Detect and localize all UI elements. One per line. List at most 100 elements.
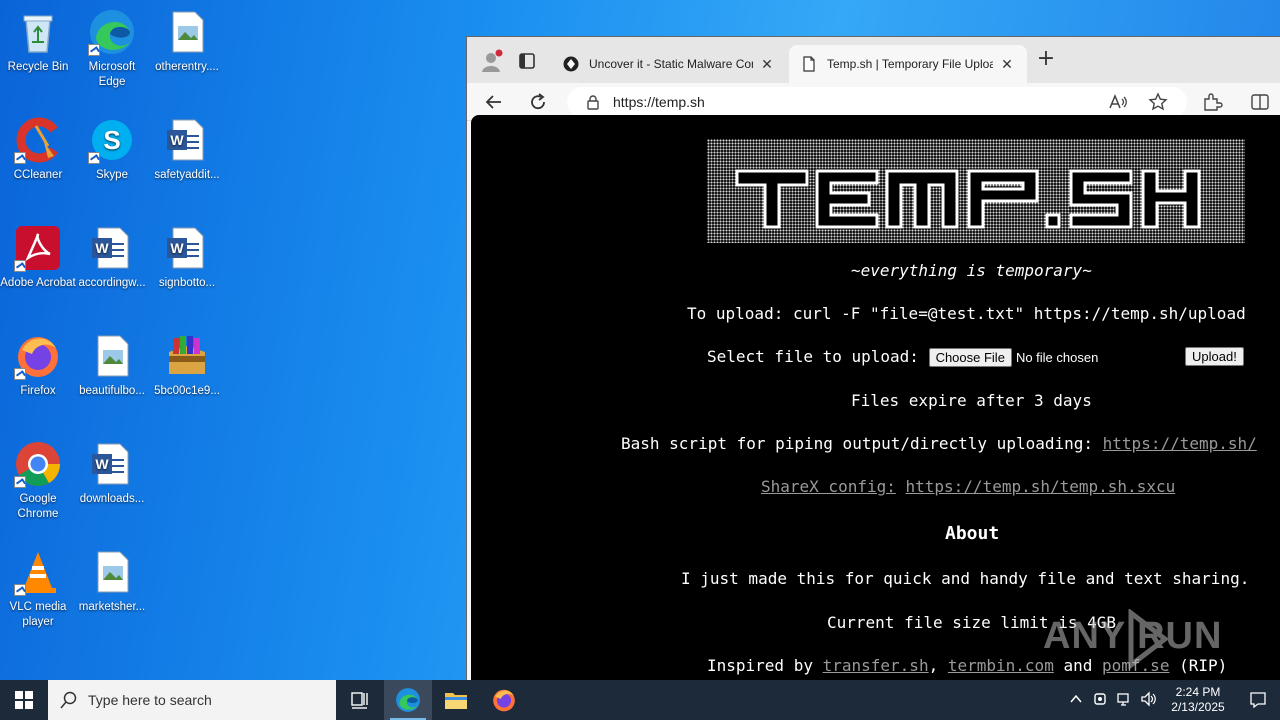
svg-text:W: W: [170, 132, 184, 148]
ccleaner-icon: [14, 116, 62, 164]
address-bar[interactable]: https://temp.sh: [567, 87, 1187, 117]
read-aloud-icon[interactable]: [1107, 91, 1129, 113]
start-button[interactable]: [0, 680, 48, 720]
windows-logo-icon: [15, 691, 33, 709]
folder-icon: [445, 693, 467, 709]
desktop-icon-label: otherentry....: [155, 61, 219, 73]
transfer-sh-link[interactable]: transfer.sh: [823, 656, 929, 675]
desktop-icon-accordingw[interactable]: W accordingw...: [74, 224, 150, 291]
temp-sh-logo: [707, 139, 1245, 243]
search-icon: [60, 691, 77, 709]
tab-close-icon[interactable]: ✕: [999, 56, 1015, 73]
desktop-icon-recycle-bin[interactable]: Recycle Bin: [0, 8, 76, 75]
expire-notice: Files expire after 3 days: [851, 391, 1092, 410]
inspired-comma: ,: [928, 656, 939, 675]
desktop-icon-beautifulbo[interactable]: beautifulbo...: [74, 332, 150, 399]
desktop-icon-otherentry[interactable]: otherentry....: [149, 8, 225, 75]
desktop-icon-label: beautifulbo...: [79, 385, 145, 397]
tab-uncover-it[interactable]: Uncover it - Static Malware Confi ✕: [551, 45, 787, 83]
refresh-icon[interactable]: [527, 91, 549, 113]
favorite-star-icon[interactable]: [1147, 91, 1169, 113]
task-view-icon: [351, 692, 368, 709]
taskbar-firefox[interactable]: [480, 680, 528, 720]
termbin-link[interactable]: termbin.com: [948, 656, 1054, 675]
clock[interactable]: 2:24 PM 2/13/2025: [1160, 685, 1236, 715]
recycle-bin-icon: [14, 8, 62, 56]
desktop-icon-label: Skype: [96, 169, 128, 181]
acrobat-icon: [14, 224, 62, 272]
desktop-icon-label: accordingw...: [78, 277, 146, 289]
svg-text:S: S: [103, 125, 120, 155]
sharex-config-label[interactable]: ShareX config:: [761, 477, 896, 496]
desktop-icon-5bc00c1e9[interactable]: 5bc00c1e9...: [149, 332, 225, 399]
desktop-icon-firefox[interactable]: Firefox: [0, 332, 76, 399]
desktop-icon-label: Microsoft Edge: [88, 61, 136, 88]
desktop-icon-label: VLC media player: [9, 601, 67, 628]
sharex-config-link[interactable]: https://temp.sh/temp.sh.sxcu: [906, 477, 1176, 496]
profile-icon[interactable]: [479, 49, 503, 73]
extensions-icon[interactable]: [1201, 91, 1223, 113]
desktop-icon-adobe-acrobat[interactable]: Adobe Acrobat: [0, 224, 76, 291]
desktop-icon-label: Adobe Acrobat: [0, 277, 76, 289]
system-tray: 2:24 PM 2/13/2025: [1064, 680, 1280, 720]
clock-time: 2:24 PM: [1175, 685, 1221, 699]
task-view-button[interactable]: [336, 680, 384, 720]
tab-actions-icon[interactable]: [517, 51, 537, 71]
svg-text:W: W: [95, 456, 109, 472]
desktop-icon-microsoft-edge[interactable]: Microsoft Edge: [74, 8, 150, 90]
split-screen-icon[interactable]: [1249, 91, 1271, 113]
back-icon[interactable]: [483, 91, 505, 113]
vlc-icon: [14, 548, 62, 596]
desktop-icon-downloads[interactable]: W downloads...: [74, 440, 150, 507]
desktop-icon-label: signbotto...: [158, 277, 216, 289]
device-icon[interactable]: [1088, 691, 1112, 710]
upload-button[interactable]: Upload!: [1185, 347, 1244, 366]
no-file-chosen-text: No file chosen: [1015, 350, 1099, 365]
desktop-icon-label: Google Chrome: [17, 493, 59, 520]
choose-file-button[interactable]: Choose File: [928, 348, 1012, 367]
uncoverit-favicon-icon: [563, 56, 579, 72]
about-text: I just made this for quick and handy fil…: [681, 569, 1250, 588]
skype-icon: S: [88, 116, 136, 164]
desktop-icon-label: safetyaddit...: [154, 169, 220, 181]
notifications-icon[interactable]: [1236, 691, 1280, 709]
word-doc-icon: W: [88, 224, 136, 272]
edge-icon: [396, 688, 420, 712]
select-file-label: Select file to upload:: [707, 347, 919, 366]
anyrun-watermark: ANY RUN: [1043, 609, 1243, 669]
svg-text:W: W: [95, 240, 109, 256]
desktop-icon-skype[interactable]: S Skype: [74, 116, 150, 183]
archive-icon: [163, 332, 211, 380]
file-select-row: Select file to upload: Choose File No fil…: [707, 347, 1098, 367]
network-icon[interactable]: [1112, 691, 1136, 710]
word-doc-icon: W: [163, 116, 211, 164]
chrome-icon: [14, 440, 62, 488]
taskbar-file-explorer[interactable]: [432, 680, 480, 720]
upload-command: To upload: curl -F "file=@test.txt" http…: [687, 304, 1246, 323]
svg-text:W: W: [170, 240, 184, 256]
clock-date: 2/13/2025: [1171, 700, 1225, 714]
desktop-icon-signbotto[interactable]: W signbotto...: [149, 224, 225, 291]
desktop-icon-ccleaner[interactable]: CCleaner: [0, 116, 76, 183]
desktop-icon-marketsher[interactable]: marketsher...: [74, 548, 150, 615]
tab-close-icon[interactable]: ✕: [759, 56, 775, 73]
new-tab-button[interactable]: +: [1035, 48, 1057, 71]
desktop-icon-label: marketsher...: [78, 601, 146, 613]
firefox-icon: [14, 332, 62, 380]
image-file-icon: [88, 332, 136, 380]
taskbar-search[interactable]: Type here to search: [48, 680, 336, 720]
tab-temp-sh[interactable]: Temp.sh | Temporary File Upload ✕: [789, 45, 1027, 83]
browser-window: Uncover it - Static Malware Confi ✕ Temp…: [466, 36, 1280, 684]
image-file-icon: [88, 548, 136, 596]
desktop-icon-google-chrome[interactable]: Google Chrome: [0, 440, 76, 522]
address-url: https://temp.sh: [613, 94, 705, 110]
taskbar-edge[interactable]: [384, 680, 432, 720]
chevron-up-icon[interactable]: [1064, 692, 1088, 709]
taskbar: Type here to search 2:24 PM 2/13/2025: [0, 680, 1280, 720]
desktop-icon-vlc[interactable]: VLC media player: [0, 548, 76, 630]
bash-script-link[interactable]: https://temp.sh/: [1103, 434, 1257, 453]
inspired-by-label: Inspired by: [707, 656, 813, 675]
volume-icon[interactable]: [1136, 690, 1160, 710]
desktop-icon-safetyaddit[interactable]: W safetyaddit...: [149, 116, 225, 183]
word-doc-icon: W: [88, 440, 136, 488]
